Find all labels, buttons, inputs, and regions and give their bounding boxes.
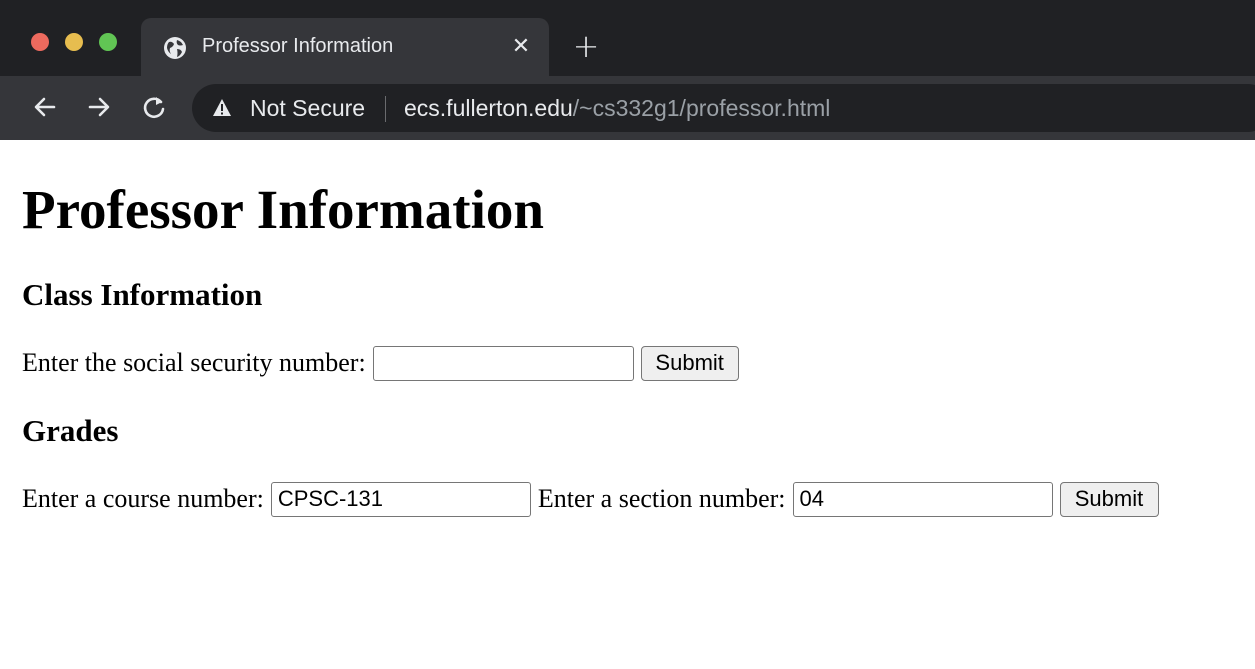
grades-submit-button[interactable]: Submit <box>1059 481 1159 517</box>
new-tab-icon[interactable]: + <box>572 30 600 62</box>
tab-close-icon[interactable]: ✕ <box>506 32 536 62</box>
tab-professor-information[interactable]: Professor Information ✕ <box>141 18 549 76</box>
page-content: Professor Information Class Information … <box>0 140 1255 669</box>
ssn-form: Enter the social security number: Submit <box>22 345 739 381</box>
forward-arrow-icon[interactable] <box>84 92 114 122</box>
tab-title: Professor Information <box>202 35 394 57</box>
back-arrow-icon[interactable] <box>30 92 60 122</box>
warning-icon <box>213 99 231 116</box>
course-number-input[interactable] <box>270 481 531 517</box>
ssn-input[interactable] <box>372 345 634 381</box>
course-number-label: Enter a course number: <box>22 484 264 513</box>
grades-form: Enter a course number: Enter a section n… <box>22 481 1159 517</box>
address-bar[interactable]: Not Secure ecs.fullerton.edu/~cs332g1/pr… <box>192 84 1255 132</box>
tab-strip: Professor Information ✕ + <box>0 0 1255 76</box>
ssn-label: Enter the social security number: <box>22 348 366 377</box>
ssn-submit-button[interactable]: Submit <box>640 345 739 381</box>
url-text[interactable]: ecs.fullerton.edu/~cs332g1/professor.htm… <box>404 95 830 122</box>
section-number-label: Enter a section number: <box>537 484 786 513</box>
security-label[interactable]: Not Secure <box>250 95 365 122</box>
globe-icon <box>164 37 186 59</box>
reload-icon[interactable] <box>139 92 169 122</box>
window-maximize-button[interactable] <box>99 33 117 51</box>
class-information-heading: Class Information <box>22 277 263 312</box>
grades-heading: Grades <box>22 413 119 448</box>
section-number-input[interactable] <box>792 481 1053 517</box>
omnibox-divider <box>385 96 386 122</box>
url-host: ecs.fullerton.edu <box>404 95 573 121</box>
window-minimize-button[interactable] <box>65 33 83 51</box>
window-close-button[interactable] <box>31 33 49 51</box>
url-path: /~cs332g1/professor.html <box>572 95 831 121</box>
page-title: Professor Information <box>22 179 544 240</box>
browser-chrome: Professor Information ✕ + Not Secure ecs… <box>0 0 1255 140</box>
